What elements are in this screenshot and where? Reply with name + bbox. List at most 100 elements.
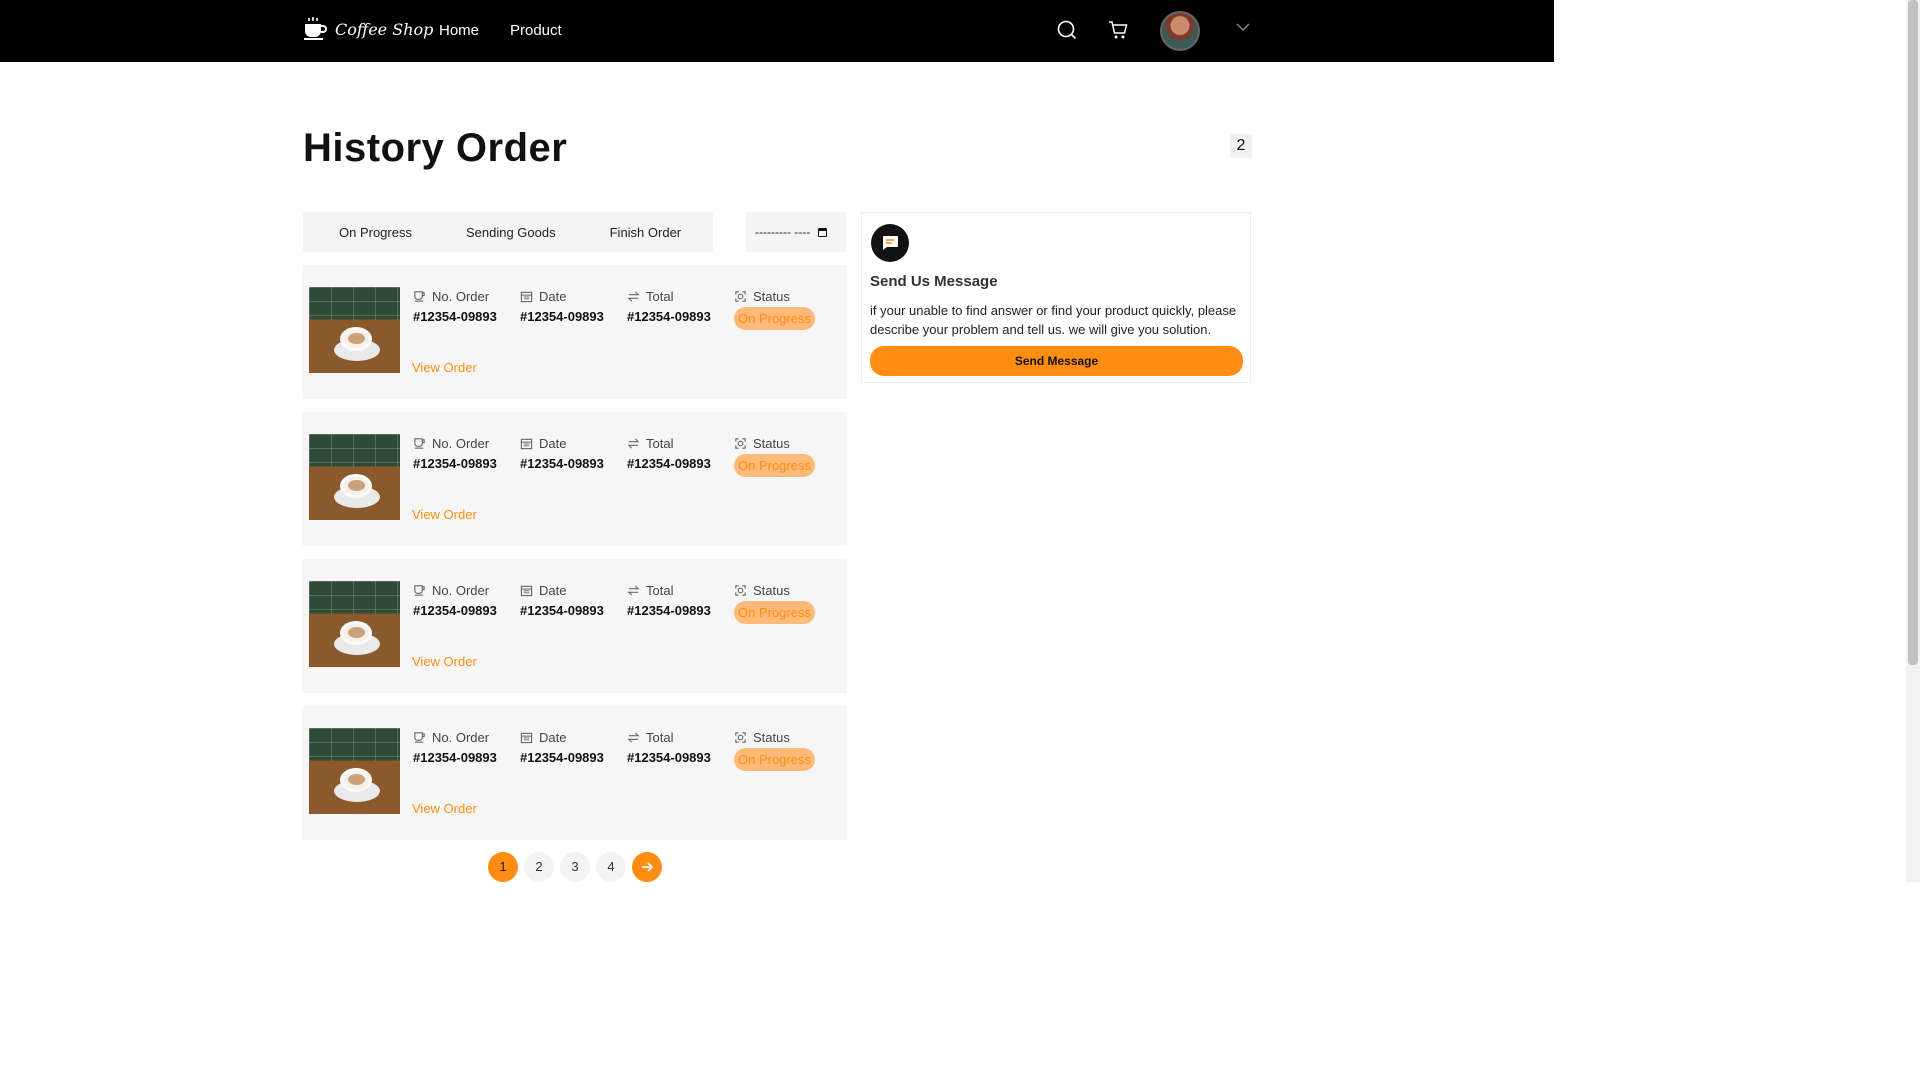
page-3-button[interactable]: 3	[560, 852, 590, 882]
view-order-link[interactable]: View Order	[412, 360, 477, 375]
top-navbar: Coffee Shop Home Product	[0, 0, 1554, 62]
order-total-col: Total #12354-09893	[627, 583, 711, 618]
order-date-col: Date #12354-09893	[520, 730, 604, 765]
order-date-label: Date	[539, 289, 567, 304]
order-total-head: Total	[627, 583, 711, 598]
tile-wall	[309, 434, 400, 467]
latte-foam	[348, 627, 365, 638]
order-number-col: No. Order #12354-09893	[413, 730, 497, 765]
order-card-2: No. Order #12354-09893 Date #12354-09893…	[302, 412, 847, 546]
nav-home[interactable]: Home	[439, 22, 479, 39]
scrollbar-thumb[interactable]	[1908, 0, 1918, 665]
view-order-link[interactable]: View Order	[412, 801, 477, 816]
order-number-value: #12354-09893	[413, 456, 497, 471]
order-total-label: Total	[646, 289, 674, 304]
next-page-button[interactable]	[632, 852, 662, 882]
search-icon[interactable]	[1057, 20, 1077, 40]
status-icon	[735, 585, 746, 596]
order-total-label: Total	[646, 730, 674, 745]
order-status-head: Status	[734, 583, 815, 598]
order-card-1: No. Order #12354-09893 Date #12354-09893…	[302, 265, 847, 399]
latte-foam	[348, 480, 365, 491]
order-number-label: No. Order	[432, 436, 490, 451]
date-filter-input[interactable]: --------- ----	[746, 212, 846, 252]
order-number-col: No. Order #12354-09893	[413, 289, 497, 324]
cup-icon	[414, 585, 425, 596]
order-status-col: Status On Progress	[734, 289, 815, 330]
tab-on-progress[interactable]: On Progress	[339, 225, 412, 240]
exchange-icon	[627, 732, 640, 743]
logo[interactable]: Coffee Shop	[303, 16, 433, 42]
order-count-badge: 2	[1230, 134, 1252, 158]
send-message-button[interactable]: Send Message	[870, 346, 1243, 376]
order-date-label: Date	[539, 730, 567, 745]
chat-icon	[871, 224, 909, 262]
order-status-col: Status On Progress	[734, 583, 815, 624]
order-number-value: #12354-09893	[413, 750, 497, 765]
order-number-head: No. Order	[413, 583, 497, 598]
status-badge: On Progress	[734, 454, 815, 477]
order-status-col: Status On Progress	[734, 436, 815, 477]
order-number-label: No. Order	[432, 289, 490, 304]
calendar-icon	[520, 291, 533, 303]
order-status-label: Status	[753, 583, 790, 598]
order-number-col: No. Order #12354-09893	[413, 436, 497, 471]
cart-icon[interactable]	[1108, 20, 1128, 40]
order-card-4: No. Order #12354-09893 Date #12354-09893…	[302, 706, 847, 840]
order-status-head: Status	[734, 289, 815, 304]
order-date-value: #12354-09893	[520, 309, 604, 324]
scrollbar[interactable]	[1906, 0, 1920, 882]
page-title: History Order	[303, 126, 568, 170]
order-date-col: Date #12354-09893	[520, 436, 604, 471]
coffee-image	[309, 287, 400, 373]
order-total-head: Total	[627, 289, 711, 304]
order-date-col: Date #12354-09893	[520, 289, 604, 324]
tile-wall	[309, 581, 400, 614]
page-1-button[interactable]: 1	[488, 852, 518, 882]
status-badge: On Progress	[734, 601, 815, 624]
order-date-head: Date	[520, 583, 604, 598]
page-4-button[interactable]: 4	[596, 852, 626, 882]
order-total-label: Total	[646, 436, 674, 451]
avatar[interactable]	[1160, 11, 1200, 51]
page-2-button[interactable]: 2	[524, 852, 554, 882]
send-message-panel: Send Us Message if your unable to find a…	[861, 212, 1251, 383]
view-order-link[interactable]: View Order	[412, 507, 477, 522]
order-card-3: No. Order #12354-09893 Date #12354-09893…	[302, 559, 847, 693]
status-badge: On Progress	[734, 748, 815, 771]
calendar-icon	[520, 585, 533, 597]
order-status-label: Status	[753, 289, 790, 304]
status-icon	[735, 438, 746, 449]
exchange-icon	[627, 291, 640, 302]
cup-icon	[414, 732, 425, 743]
order-total-head: Total	[627, 436, 711, 451]
coffee-image	[309, 728, 400, 814]
tab-finish-order[interactable]: Finish Order	[610, 225, 682, 240]
chevron-down-icon[interactable]	[1236, 22, 1250, 32]
coffee-image	[309, 581, 400, 667]
coffee-image	[309, 434, 400, 520]
order-number-value: #12354-09893	[413, 603, 497, 618]
order-date-label: Date	[539, 583, 567, 598]
order-date-label: Date	[539, 436, 567, 451]
order-total-col: Total #12354-09893	[627, 289, 711, 324]
order-total-col: Total #12354-09893	[627, 730, 711, 765]
order-number-head: No. Order	[413, 289, 497, 304]
order-date-value: #12354-09893	[520, 750, 604, 765]
arrow-right-icon	[642, 862, 654, 872]
calendar-icon	[520, 732, 533, 744]
cup-icon	[414, 291, 425, 302]
view-order-link[interactable]: View Order	[412, 654, 477, 669]
nav-product[interactable]: Product	[510, 22, 562, 39]
calendar-icon[interactable]	[818, 227, 828, 237]
status-icon	[735, 732, 746, 743]
order-total-value: #12354-09893	[627, 750, 711, 765]
order-total-value: #12354-09893	[627, 309, 711, 324]
tile-wall	[309, 287, 400, 320]
exchange-icon	[627, 438, 640, 449]
logo-text: Coffee Shop	[335, 19, 434, 39]
order-number-value: #12354-09893	[413, 309, 497, 324]
order-date-head: Date	[520, 436, 604, 451]
tab-sending-goods[interactable]: Sending Goods	[466, 225, 556, 240]
order-number-head: No. Order	[413, 436, 497, 451]
